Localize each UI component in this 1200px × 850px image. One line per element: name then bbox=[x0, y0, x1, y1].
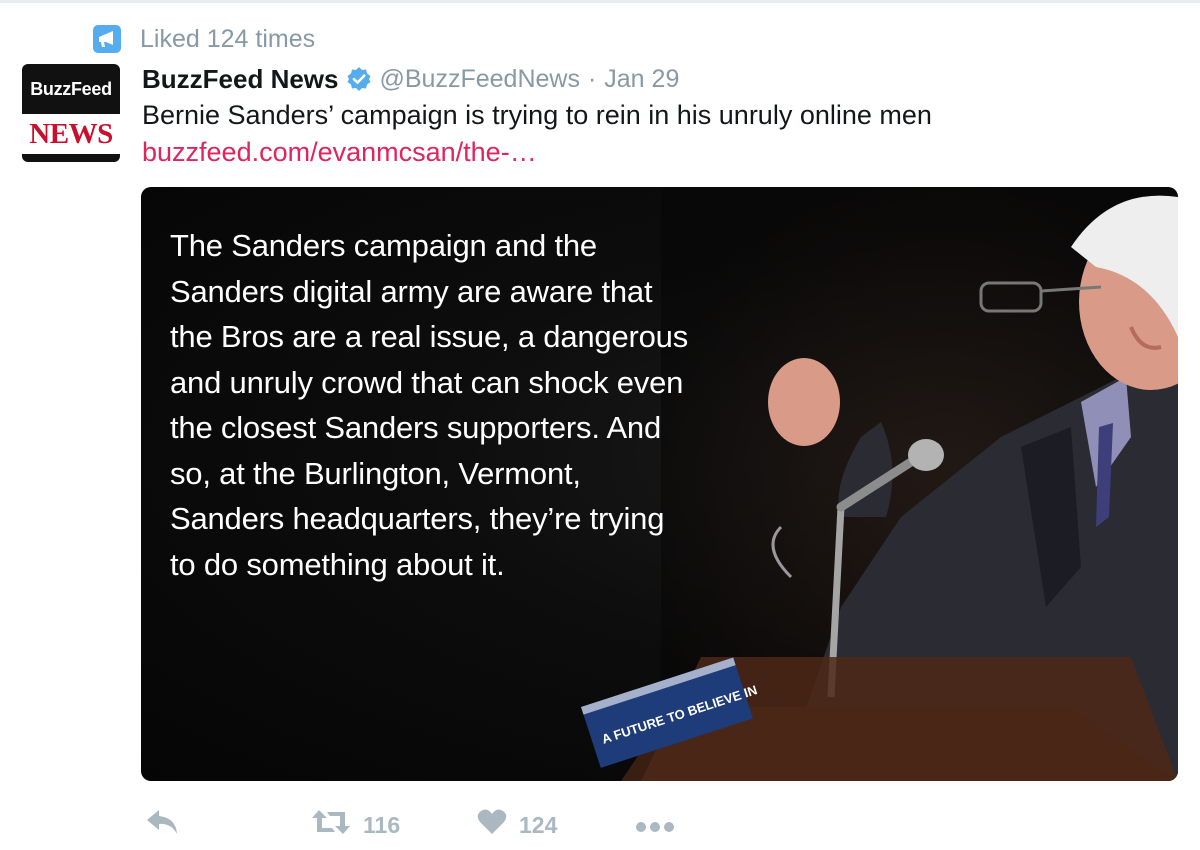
media-quote-text: The Sanders campaign and the Sanders dig… bbox=[170, 228, 688, 582]
more-dots-icon bbox=[635, 812, 675, 839]
verified-badge-icon bbox=[346, 66, 372, 92]
retweet-count: 116 bbox=[363, 811, 401, 838]
like-button[interactable]: 124 bbox=[477, 805, 557, 845]
reply-button[interactable] bbox=[145, 805, 179, 845]
header-separator: · bbox=[587, 64, 597, 93]
megaphone-icon bbox=[93, 25, 121, 53]
tweet-date[interactable]: Jan 29 bbox=[604, 65, 679, 94]
like-count: 124 bbox=[519, 811, 558, 838]
avatar[interactable]: BuzzFeed NEWS bbox=[22, 64, 120, 162]
more-button[interactable] bbox=[635, 805, 675, 845]
tweet-media-image[interactable]: A FUTURE TO BELIEVE IN The Sanders campa… bbox=[141, 187, 1178, 781]
heart-icon bbox=[477, 808, 507, 842]
retweet-button[interactable]: 116 bbox=[311, 805, 400, 845]
account-handle[interactable]: @BuzzFeedNews bbox=[380, 65, 580, 94]
tweet-context: Liked 124 times bbox=[93, 22, 315, 56]
avatar-news-text: NEWS bbox=[29, 117, 113, 150]
account-name[interactable]: BuzzFeed News bbox=[142, 64, 339, 95]
reply-icon bbox=[145, 808, 179, 842]
avatar-wordmark: BuzzFeed bbox=[22, 64, 120, 114]
tweet-header: BuzzFeed News @BuzzFeedNews · Jan 29 bbox=[142, 60, 679, 98]
top-divider bbox=[0, 0, 1200, 3]
tweet-text: Bernie Sanders’ campaign is trying to re… bbox=[142, 100, 932, 130]
avatar-bottom-bar bbox=[22, 154, 120, 162]
liked-count-label: Liked 124 times bbox=[140, 24, 316, 53]
tweet-actions: 116 124 bbox=[141, 805, 741, 845]
retweet-icon bbox=[311, 808, 351, 842]
tweet-link[interactable]: buzzfeed.com/evanmcsan/the-… bbox=[142, 135, 537, 169]
